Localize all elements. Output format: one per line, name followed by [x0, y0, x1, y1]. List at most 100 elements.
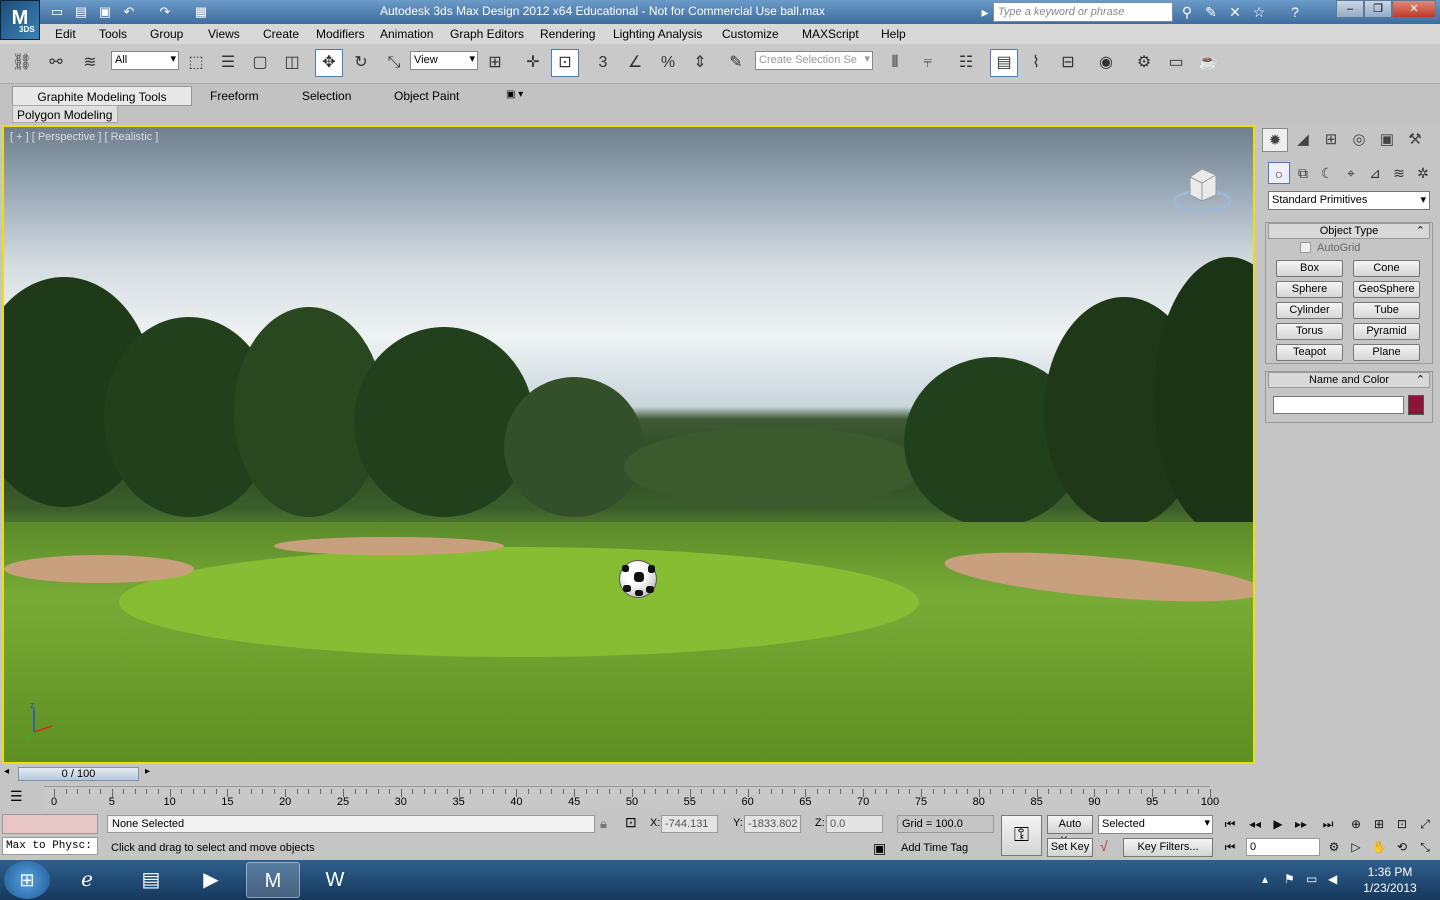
menu-maxscript[interactable]: MAXScript: [802, 27, 859, 41]
render-production-icon[interactable]: ☕: [1194, 49, 1222, 77]
key-mode-toggle-icon[interactable]: ⏮: [1220, 838, 1240, 856]
track-bar[interactable]: 0 5 10 15 20 25 30 35 40 45 50 55 60 65 70 75 80 85 90 95 10…: [44, 786, 1219, 810]
modify-tab-icon[interactable]: ◢: [1290, 128, 1316, 152]
search-arrow-icon[interactable]: ▸: [978, 3, 992, 21]
menu-graph-editors[interactable]: Graph Editors: [450, 27, 524, 41]
object-name-field[interactable]: [1273, 396, 1404, 414]
previous-frame-icon[interactable]: ◂◂: [1245, 815, 1265, 833]
redo-icon[interactable]: ↷: [156, 3, 174, 20]
checkbox-box[interactable]: [1300, 242, 1311, 253]
project-folder-icon[interactable]: ▦: [192, 3, 210, 20]
time-slider-handle[interactable]: 0 / 100: [18, 767, 139, 781]
primitive-type-dropdown[interactable]: Standard Primitives: [1268, 191, 1430, 210]
menu-customize[interactable]: Customize: [722, 27, 779, 41]
zoom-icon[interactable]: ⊕: [1346, 815, 1366, 833]
bind-space-warp-icon[interactable]: ≋: [76, 49, 104, 77]
help-icon[interactable]: ?: [1284, 3, 1306, 21]
lights-icon[interactable]: ☾: [1316, 162, 1338, 184]
y-coordinate-field[interactable]: -1833.802: [744, 815, 801, 833]
play-icon[interactable]: ▶: [1268, 815, 1288, 833]
set-key-button[interactable]: Set Key: [1047, 838, 1093, 857]
time-slider-next-icon[interactable]: ▸: [145, 766, 150, 777]
menu-tools[interactable]: Tools: [99, 27, 127, 41]
menu-group[interactable]: Group: [150, 27, 183, 41]
pan-view-icon[interactable]: ✋: [1369, 838, 1389, 856]
reference-coordinate-dropdown[interactable]: View: [410, 51, 478, 70]
close-button[interactable]: ✕: [1392, 0, 1436, 18]
select-and-scale-icon[interactable]: ⤡: [380, 49, 408, 77]
track-bar-toggle-icon[interactable]: ☰: [10, 788, 23, 805]
rendered-frame-window-icon[interactable]: ▭: [1162, 49, 1190, 77]
selection-lock-icon[interactable]: 🔒︎: [600, 816, 607, 832]
polygon-modeling-panel[interactable]: Polygon Modeling: [12, 105, 118, 123]
go-to-end-icon[interactable]: ⏭: [1318, 815, 1338, 833]
zoom-extents-all-icon[interactable]: ⤢: [1415, 815, 1435, 833]
perspective-viewport[interactable]: [ + ] [ Perspective ] [ Realistic ] z: [2, 125, 1255, 764]
schematic-view-icon[interactable]: ⊟: [1054, 49, 1082, 77]
communication-center-icon[interactable]: ✕: [1224, 3, 1246, 21]
search-input[interactable]: Type a keyword or phrase: [993, 2, 1173, 22]
open-file-icon[interactable]: ▤: [72, 3, 90, 20]
subscription-icon[interactable]: ✎: [1200, 3, 1222, 21]
tab-selection[interactable]: Selection: [294, 86, 359, 106]
tube-button[interactable]: Tube: [1353, 302, 1420, 319]
menu-lighting-analysis[interactable]: Lighting Analysis: [613, 27, 702, 41]
unlink-icon[interactable]: ⚯: [42, 49, 70, 77]
default-in-out-tangent-icon[interactable]: √: [1100, 838, 1108, 854]
current-frame-field[interactable]: 0: [1246, 838, 1320, 856]
undo-icon[interactable]: ↶: [120, 3, 138, 20]
maxscript-input[interactable]: Max to Physc:: [2, 837, 98, 855]
menu-edit[interactable]: Edit: [55, 27, 76, 41]
file-explorer-icon[interactable]: ▤: [124, 862, 178, 898]
utilities-tab-icon[interactable]: ⚒: [1402, 128, 1428, 152]
menu-rendering[interactable]: Rendering: [540, 27, 595, 41]
set-keys-key-icon[interactable]: ⚿: [1001, 815, 1042, 856]
manipulate-icon[interactable]: ✛: [519, 49, 547, 77]
select-and-move-icon[interactable]: ✥: [315, 49, 343, 77]
volume-icon[interactable]: ◀: [1328, 872, 1337, 886]
menu-help[interactable]: Help: [881, 27, 906, 41]
named-selection-set-dropdown[interactable]: Create Selection Se: [755, 51, 873, 70]
maxscript-mini-listener[interactable]: [2, 814, 98, 834]
ribbon-options-icon[interactable]: ▣ ▾: [498, 86, 531, 106]
cone-button[interactable]: Cone: [1353, 260, 1420, 277]
app-menu-button[interactable]: M 3DS: [0, 0, 40, 40]
action-center-icon[interactable]: ⚑: [1284, 872, 1295, 886]
viewport-label[interactable]: [ + ] [ Perspective ] [ Realistic ]: [10, 131, 158, 143]
teapot-button[interactable]: Teapot: [1276, 344, 1343, 361]
material-editor-icon[interactable]: ◉: [1092, 49, 1120, 77]
3dsmax-taskbar-icon[interactable]: M: [246, 862, 300, 898]
shapes-icon[interactable]: ⧉: [1292, 162, 1314, 184]
pyramid-button[interactable]: Pyramid: [1353, 323, 1420, 340]
torus-button[interactable]: Torus: [1276, 323, 1343, 340]
field-of-view-icon[interactable]: ▷: [1346, 838, 1366, 856]
autogrid-checkbox[interactable]: AutoGrid: [1300, 242, 1360, 254]
network-icon[interactable]: ▭: [1306, 872, 1317, 886]
systems-icon[interactable]: ✲: [1412, 162, 1434, 184]
space-warps-icon[interactable]: ≋: [1388, 162, 1410, 184]
auto-key-button[interactable]: Auto Key: [1047, 815, 1093, 847]
word-taskbar-icon[interactable]: W: [308, 862, 362, 898]
time-configuration-icon[interactable]: ⚙: [1324, 838, 1344, 856]
absolute-mode-icon[interactable]: ⊡: [625, 814, 637, 831]
object-type-rollout-header[interactable]: Object Type: [1268, 223, 1430, 239]
spinner-snap-icon[interactable]: ⇕: [686, 49, 714, 77]
align-icon[interactable]: ⫧: [914, 49, 942, 77]
time-slider-prev-icon[interactable]: ◂: [4, 766, 9, 777]
save-icon[interactable]: ▣: [96, 3, 114, 20]
angle-snap-icon[interactable]: ∠: [621, 49, 649, 77]
mirror-icon[interactable]: ⫴: [881, 49, 909, 77]
isolate-icon[interactable]: ▣: [873, 840, 886, 857]
orbit-icon[interactable]: ⟲: [1392, 838, 1412, 856]
object-color-swatch[interactable]: [1408, 395, 1424, 415]
hierarchy-tab-icon[interactable]: ⊞: [1318, 128, 1344, 152]
menu-create[interactable]: Create: [263, 27, 299, 41]
layer-manager-icon[interactable]: ☷: [952, 49, 980, 77]
display-tab-icon[interactable]: ▣: [1374, 128, 1400, 152]
tab-freeform[interactable]: Freeform: [202, 86, 267, 106]
cylinder-button[interactable]: Cylinder: [1276, 302, 1343, 319]
helpers-icon[interactable]: ⊿: [1364, 162, 1386, 184]
rectangular-selection-icon[interactable]: ▢: [246, 49, 274, 77]
menu-modifiers[interactable]: Modifiers: [316, 27, 365, 41]
key-mode-dropdown[interactable]: Selected: [1098, 815, 1213, 834]
